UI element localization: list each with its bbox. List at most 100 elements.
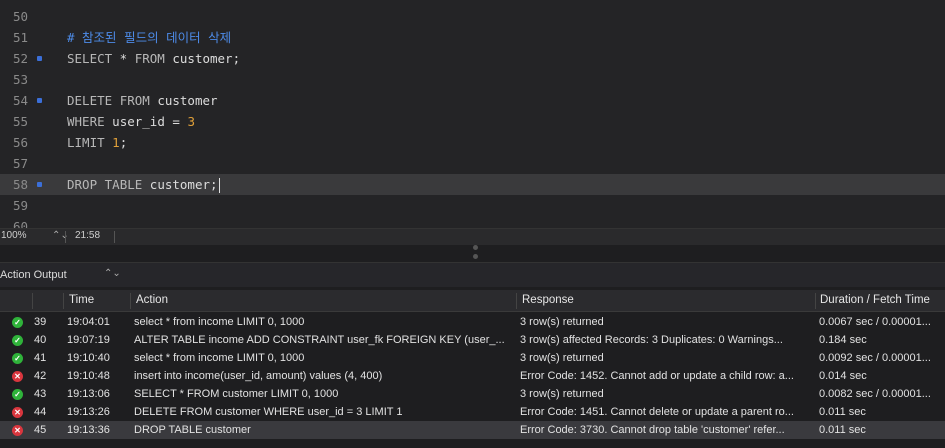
line-number: 51	[12, 30, 28, 45]
code-token: 1	[112, 135, 120, 150]
line-number: 53	[12, 72, 28, 87]
line-number: 55	[12, 114, 28, 129]
line-number: 57	[12, 156, 28, 171]
cell-response: 3 row(s) returned	[520, 316, 604, 328]
success-check-icon: ✓	[12, 335, 23, 346]
statement-marker-icon	[37, 56, 42, 61]
line-number: 60	[12, 219, 28, 228]
line-number: 50	[12, 9, 28, 24]
cell-response: 3 row(s) returned	[520, 388, 604, 400]
code-token: # 참조된 필드의 데이터 삭제	[67, 30, 232, 45]
line-number: 58	[12, 177, 28, 192]
code-line[interactable]: 56 LIMIT 1;	[0, 132, 945, 153]
table-row[interactable]: ✓ 41 19:10:40 select * from income LIMIT 0,…	[0, 349, 945, 367]
output-selector[interactable]: Action Output	[0, 269, 67, 281]
code-line[interactable]: 52 SELECT * FROM customer;	[0, 48, 945, 69]
cell-duration: 0.014 sec	[819, 370, 867, 382]
error-x-icon: ✕	[12, 407, 23, 418]
code-line[interactable]: 57	[0, 153, 945, 174]
cell-action: select * from income LIMIT 0, 1000	[134, 316, 305, 328]
zoom-stepper-icon[interactable]: ⌃⌄	[52, 230, 69, 241]
zoom-level[interactable]: 100%	[1, 230, 27, 241]
cell-response: 3 row(s) returned	[520, 352, 604, 364]
code-token: SELECT	[67, 51, 113, 66]
code-token: customer	[149, 93, 218, 108]
cell-action: DELETE FROM customer WHERE user_id = 3 L…	[134, 406, 403, 418]
cell-duration: 0.184 sec	[819, 334, 867, 346]
code-token: DELETE	[67, 93, 113, 108]
grip-dot-icon	[473, 254, 478, 259]
column-divider[interactable]	[63, 293, 64, 309]
column-divider[interactable]	[130, 293, 131, 309]
divider	[65, 231, 66, 243]
code-text: DROP TABLE customer;	[67, 174, 220, 195]
line-number: 52	[12, 51, 28, 66]
cell-num: 41	[34, 352, 47, 364]
code-token: customer;	[164, 51, 241, 66]
code-line[interactable]: 55 WHERE user_id = 3	[0, 111, 945, 132]
column-header-time[interactable]: Time	[69, 290, 94, 311]
table-row[interactable]: ✓ 39 19:04:01 select * from income LIMIT 0,…	[0, 313, 945, 331]
text-cursor	[218, 178, 220, 193]
statement-marker-icon	[37, 182, 42, 187]
output-panel-header: Action Output ⌃⌄	[0, 262, 945, 287]
code-line[interactable]: 54 DELETE FROM customer	[0, 90, 945, 111]
code-text: # 참조된 필드의 데이터 삭제	[67, 27, 231, 48]
cell-num: 43	[34, 388, 47, 400]
chevron-updown-icon[interactable]: ⌃⌄	[104, 268, 121, 279]
divider	[114, 231, 115, 243]
cell-action: ALTER TABLE income ADD CONSTRAINT user_f…	[134, 334, 505, 346]
editor-statusbar: 100% ⌃⌄ 21:58	[0, 228, 945, 245]
code-line[interactable]: 60	[0, 216, 945, 228]
column-divider[interactable]	[815, 293, 816, 309]
code-text: WHERE user_id = 3	[67, 111, 195, 132]
table-row[interactable]: ✕ 44 19:13:26 DELETE FROM customer WHERE us…	[0, 403, 945, 421]
cell-duration: 0.011 sec	[819, 406, 866, 418]
cell-time: 19:10:40	[67, 352, 110, 364]
code-token: ;	[119, 135, 128, 150]
cell-duration: 0.011 sec	[819, 424, 866, 436]
code-line[interactable]: 51 # 참조된 필드의 데이터 삭제	[0, 27, 945, 48]
cell-time: 19:04:01	[67, 316, 110, 328]
success-check-icon: ✓	[12, 317, 23, 328]
column-divider[interactable]	[516, 293, 517, 309]
cell-action: SELECT * FROM customer LIMIT 0, 1000	[134, 388, 339, 400]
code-line[interactable]: 50	[0, 6, 945, 27]
cursor-position: 21:58	[75, 230, 101, 241]
code-line[interactable]: 53	[0, 69, 945, 90]
code-line[interactable]: 58 DROP TABLE customer;	[0, 174, 945, 195]
code-token: TABLE	[104, 177, 143, 192]
line-number: 54	[12, 93, 28, 108]
success-check-icon: ✓	[12, 389, 23, 400]
table-row[interactable]: ✓ 40 19:07:19 ALTER TABLE income ADD CONSTR…	[0, 331, 945, 349]
code-token: FROM	[134, 51, 165, 66]
cell-duration: 0.0067 sec / 0.00001...	[819, 316, 931, 328]
code-token: customer;	[142, 177, 218, 192]
table-row[interactable]: ✕ 45 19:13:36 DROP TABLE customer Error Code…	[0, 421, 945, 439]
code-text: SELECT * FROM customer;	[67, 48, 240, 69]
column-header-response[interactable]: Response	[522, 290, 574, 311]
error-x-icon: ✕	[12, 371, 23, 382]
line-number: 56	[12, 135, 28, 150]
column-header-action[interactable]: Action	[136, 290, 168, 311]
cell-response: 3 row(s) affected Records: 3 Duplicates:…	[520, 334, 783, 346]
cell-action: DROP TABLE customer	[134, 424, 251, 436]
table-row[interactable]: ✓ 43 19:13:06 SELECT * FROM customer LIMIT …	[0, 385, 945, 403]
code-token: *	[112, 51, 135, 66]
line-number: 59	[12, 198, 28, 213]
code-token: 3	[187, 114, 195, 129]
code-line[interactable]: 59	[0, 195, 945, 216]
cell-response: Error Code: 3730. Cannot drop table 'cus…	[520, 424, 785, 436]
cell-num: 45	[34, 424, 47, 436]
code-token: user_id =	[104, 114, 188, 129]
cell-response: Error Code: 1452. Cannot add or update a…	[520, 370, 794, 382]
column-header-duration[interactable]: Duration / Fetch Time	[820, 290, 930, 311]
statement-marker-icon	[37, 98, 42, 103]
table-row[interactable]: ✕ 42 19:10:48 insert into income(user_id, a…	[0, 367, 945, 385]
sql-editor[interactable]: 50 51 # 참조된 필드의 데이터 삭제 52 SELECT * FROM cust…	[0, 0, 945, 228]
cell-response: Error Code: 1451. Cannot delete or updat…	[520, 406, 794, 418]
cell-num: 40	[34, 334, 47, 346]
panel-splitter[interactable]	[0, 245, 945, 261]
column-divider[interactable]	[32, 293, 33, 309]
